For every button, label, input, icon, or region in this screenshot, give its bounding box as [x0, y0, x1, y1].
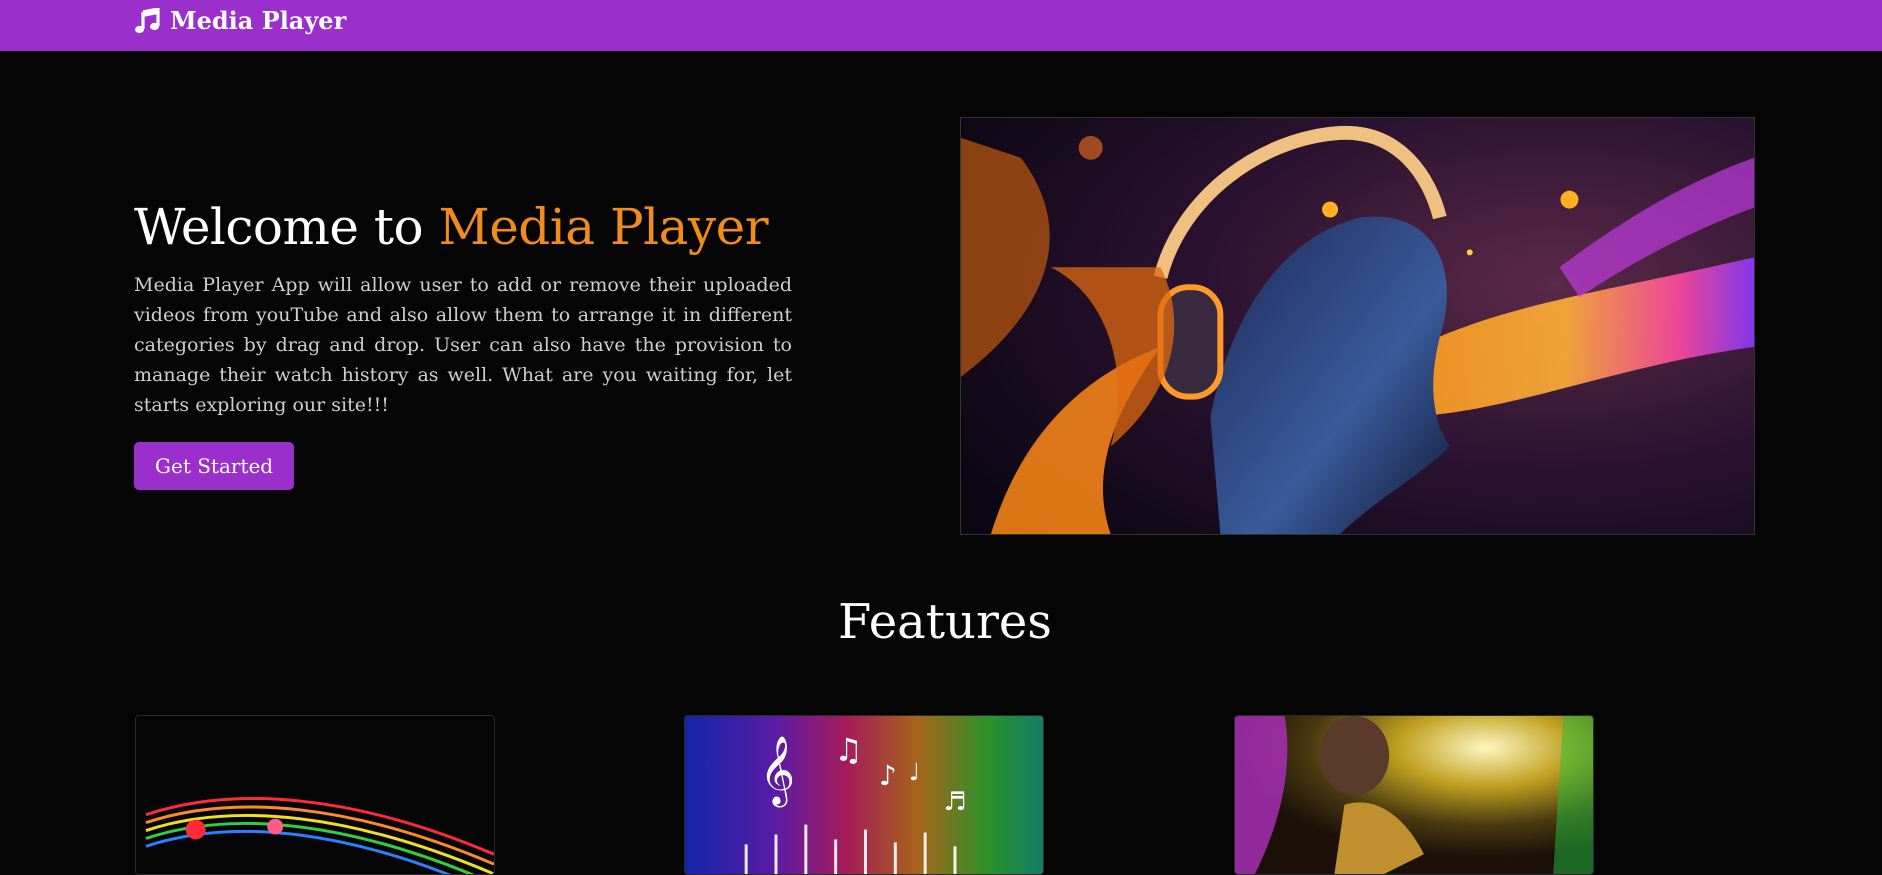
music-note-icon — [134, 7, 160, 34]
svg-text:𝄞: 𝄞 — [760, 736, 795, 807]
features-title: Features — [838, 594, 1052, 650]
svg-text:♫: ♫ — [834, 733, 863, 769]
svg-text:♩: ♩ — [909, 758, 920, 786]
brand-link[interactable]: Media Player — [134, 6, 346, 35]
brand-label: Media Player — [170, 6, 347, 35]
colorful-equalizer-notes-image: 𝄞 ♫ ♪ ♩ ♬ — [685, 716, 1043, 874]
svg-text:♬: ♬ — [944, 787, 967, 817]
get-started-button[interactable]: Get Started — [134, 442, 295, 490]
svg-text:♪: ♪ — [879, 759, 897, 792]
hero-image — [960, 117, 1755, 535]
saxophone-player-image — [1235, 716, 1593, 874]
hero-description: Media Player App will allow user to add … — [134, 274, 792, 416]
hero-title: Welcome to Media Player — [134, 196, 792, 258]
hero-title-prefix: Welcome to — [134, 198, 424, 256]
feature-card[interactable] — [1234, 715, 1594, 875]
hero-section: Welcome to Media Player Media Player App… — [134, 196, 792, 490]
rainbow-music-notes-image — [136, 716, 494, 874]
feature-card[interactable]: 𝄞 ♫ ♪ ♩ ♬ — [684, 715, 1044, 875]
feature-card[interactable] — [135, 715, 495, 875]
hero-title-accent: Media Player — [438, 198, 769, 256]
navbar: Media Player — [0, 0, 1882, 51]
